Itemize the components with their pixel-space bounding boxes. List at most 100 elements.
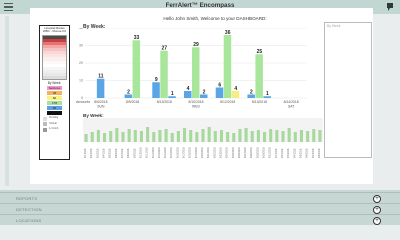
mini-bar[interactable] bbox=[244, 128, 248, 142]
mini-date-label: 8/23/2018 bbox=[219, 147, 222, 158]
mini-bar[interactable] bbox=[306, 131, 310, 142]
mini-bar[interactable] bbox=[164, 129, 168, 142]
bar-value-label: 2 bbox=[203, 89, 206, 95]
mini-bar[interactable] bbox=[207, 127, 211, 142]
chart-bar[interactable] bbox=[223, 35, 232, 98]
locations-label: LOCATIONS bbox=[16, 218, 42, 223]
mini-bar[interactable] bbox=[183, 128, 187, 142]
mini-date-label: 9/2/2018 bbox=[281, 148, 284, 158]
expand-locations-icon[interactable]: + bbox=[373, 216, 381, 225]
mini-bar[interactable] bbox=[269, 129, 273, 142]
mini-bar[interactable] bbox=[170, 133, 174, 142]
legend-note: Critical bbox=[43, 121, 69, 127]
welcome-message: Hello John Smith, Welcome to your DASHBO… bbox=[163, 16, 267, 21]
mini-bar[interactable] bbox=[250, 131, 254, 142]
chart-bar[interactable] bbox=[192, 47, 200, 98]
mini-bar[interactable] bbox=[176, 131, 180, 142]
legend-note-text: Pending bbox=[49, 116, 59, 120]
mini-bar[interactable] bbox=[299, 130, 303, 142]
legend-rows: Seizures 45 82 178 52 bbox=[40, 85, 69, 116]
mini-bar[interactable] bbox=[287, 128, 291, 142]
ranking-legend-card: Hospital Ranks WBC - Mouse ICI By Week: … bbox=[39, 25, 70, 160]
mini-bar[interactable] bbox=[115, 128, 119, 142]
mini-bar[interactable] bbox=[318, 130, 322, 142]
mini-bar[interactable] bbox=[256, 130, 260, 142]
mini-bar[interactable] bbox=[152, 132, 156, 142]
bar-value-label: 4 bbox=[234, 86, 237, 92]
mini-date-label: 8/29/2018 bbox=[256, 147, 259, 158]
legend-note-swatch bbox=[43, 127, 47, 132]
mini-bar[interactable] bbox=[127, 129, 131, 142]
chart-bar[interactable] bbox=[215, 87, 224, 99]
chart-bar[interactable] bbox=[132, 40, 141, 98]
mini-bar[interactable] bbox=[219, 130, 223, 142]
mini-bar[interactable] bbox=[238, 129, 242, 142]
bar-value-label: 29 bbox=[193, 42, 199, 48]
mini-bar[interactable] bbox=[158, 130, 162, 142]
mini-bar[interactable] bbox=[189, 130, 193, 142]
chart-bar[interactable] bbox=[255, 54, 263, 98]
mini-bar[interactable] bbox=[312, 129, 316, 142]
mini-date-label: 8/26/2018 bbox=[238, 147, 241, 158]
legend-header: Hospital Ranks WBC - Mouse ICI bbox=[42, 26, 67, 34]
mini-bar[interactable] bbox=[213, 131, 217, 142]
mini-bar[interactable] bbox=[84, 134, 88, 142]
chart-bar[interactable] bbox=[184, 91, 192, 98]
mini-bar[interactable] bbox=[139, 131, 143, 142]
bar-value-label: 9 bbox=[155, 77, 158, 83]
reports-row[interactable]: REPORTS + bbox=[0, 192, 400, 203]
hamburger-menu-icon[interactable] bbox=[3, 2, 14, 12]
chart-bar[interactable] bbox=[231, 91, 240, 98]
mini-bar[interactable] bbox=[195, 132, 199, 142]
mini-bar[interactable] bbox=[201, 129, 205, 142]
mini-date-label: 8/16/2018 bbox=[176, 147, 179, 158]
chart-bar[interactable] bbox=[160, 50, 168, 98]
mini-date-label: 8/9/2018 bbox=[133, 148, 136, 158]
mini-bar[interactable] bbox=[121, 132, 125, 142]
mini-date-label: 8/15/2018 bbox=[170, 147, 173, 158]
mini-bar[interactable] bbox=[90, 132, 94, 142]
mini-date-label: 9/8/2018 bbox=[318, 148, 321, 158]
legend-note-text: Critical bbox=[49, 121, 57, 125]
bar-value-label: 4 bbox=[187, 86, 190, 92]
mini-date-label: 8/5/2018 bbox=[109, 148, 112, 158]
expand-reports-icon[interactable]: + bbox=[373, 194, 381, 203]
mini-bar[interactable] bbox=[133, 130, 137, 142]
mini-bar[interactable] bbox=[275, 130, 279, 142]
mini-bar[interactable] bbox=[281, 131, 285, 142]
locations-row[interactable]: LOCATIONS + bbox=[0, 214, 400, 225]
x-date-label: 8/9/2018 bbox=[126, 100, 139, 104]
mini-date-label: 9/4/2018 bbox=[293, 148, 296, 158]
side-panel-label: By Week bbox=[327, 24, 341, 28]
mini-date-label: 9/6/2018 bbox=[306, 148, 309, 158]
detection-label: DETECTION bbox=[16, 207, 42, 212]
mini-bar[interactable] bbox=[146, 127, 150, 142]
bar-value-label: 11 bbox=[98, 74, 104, 80]
mini-date-label: 8/24/2018 bbox=[226, 147, 229, 158]
bar-value-label: 2 bbox=[250, 89, 253, 95]
x-date-label: 8/13/2018 bbox=[252, 100, 267, 104]
mini-bar[interactable] bbox=[226, 132, 230, 142]
flag-icon[interactable] bbox=[385, 2, 395, 12]
mini-bar[interactable] bbox=[96, 130, 100, 142]
mini-bar[interactable] bbox=[232, 133, 236, 142]
legend-note: 1-3 Amb bbox=[43, 127, 69, 132]
detection-row[interactable]: DETECTION + bbox=[0, 203, 400, 214]
bar-value-label: 1 bbox=[266, 91, 269, 97]
mini-bar[interactable] bbox=[103, 133, 107, 142]
mini-bar[interactable] bbox=[263, 132, 267, 142]
chart-bar[interactable] bbox=[152, 82, 160, 98]
legend-note-swatch bbox=[43, 116, 47, 121]
mini-bar[interactable] bbox=[293, 132, 297, 142]
mini-date-label: 8/19/2018 bbox=[195, 147, 198, 158]
expand-detection-icon[interactable]: + bbox=[373, 205, 381, 214]
bar-value-label: 33 bbox=[134, 35, 140, 41]
legend-note-swatch bbox=[43, 122, 47, 127]
mini-bar[interactable] bbox=[109, 131, 113, 142]
y-tick-label: 40 bbox=[79, 28, 83, 30]
mini-date-label: 8/22/2018 bbox=[213, 147, 216, 158]
chart-bar[interactable] bbox=[96, 78, 105, 98]
legend-by-week-label: By Week: bbox=[47, 81, 62, 86]
legend-row: 45 bbox=[47, 90, 62, 96]
mini-date-label: 8/6/2018 bbox=[115, 148, 118, 158]
